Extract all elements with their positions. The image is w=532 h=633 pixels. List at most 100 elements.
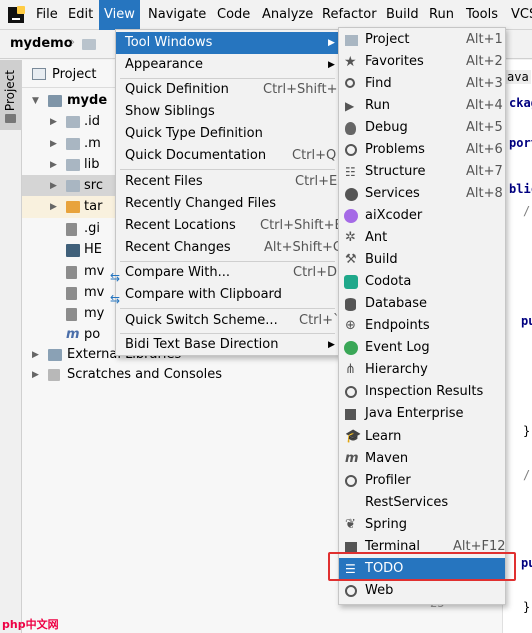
tool-window-hierarchy[interactable]: ⋔ Hierarchy [339,359,505,381]
menu-item-label: Maven [365,451,409,466]
menu-item-shortcut: Alt+4 [466,98,503,113]
tool-tab-label: Project [3,70,17,112]
editor-tab-label[interactable]: ava [505,70,531,84]
tool-window-problems[interactable]: Problems Alt+6 [339,139,505,161]
menu-item-shortcut: Alt+8 [466,186,503,201]
tree-item-label: Scratches and Consoles [67,367,223,382]
java-enterprise-icon [345,409,356,420]
tool-window-web[interactable]: Web [339,580,505,602]
menu-item-label: Java Enterprise [365,406,464,421]
tree-item-label: .m [84,136,101,151]
menu-item-label: Recently Changed Files [125,196,277,211]
menu-item-quick-definition[interactable]: Quick Definition Ctrl+Shift+I [116,79,341,101]
tool-window-restservices[interactable]: RestServices [339,492,505,514]
tool-window-run[interactable]: ▶ Run Alt+4 [339,95,505,117]
chevron-right-icon[interactable]: ▶ [50,111,57,133]
chevron-right-icon: ▶ [328,60,335,70]
menu-vcs[interactable]: VCS [506,0,532,30]
tool-window-database[interactable]: Database [339,293,505,315]
tool-window-codota[interactable]: Codota [339,271,505,293]
star-icon: ★ [344,54,357,70]
file-icon [66,287,77,300]
tree-item-label: my [84,306,105,321]
menu-analyze[interactable]: Analyze [257,0,318,30]
menu-item-recently-changed-files[interactable]: Recently Changed Files [116,193,339,215]
tool-window-maven[interactable]: m Maven [339,448,505,470]
tool-tab-project[interactable]: Project [0,60,21,130]
chevron-down-icon[interactable]: ▼ [32,90,39,112]
breadcrumb-project[interactable]: mydemo [10,36,73,51]
menu-item-quick-documentation[interactable]: Quick Documentation Ctrl+Q [116,145,339,167]
menu-item-label: Bidi Text Base Direction [125,337,279,352]
services-icon [345,188,358,201]
tool-window-endpoints[interactable]: ⊕ Endpoints [339,315,505,337]
menu-item-recent-changes[interactable]: Recent Changes Alt+Shift+C [116,237,342,259]
code-editor[interactable]: ava ckag port blic / pu } / pu } [502,60,532,633]
tool-window-java-enterprise[interactable]: Java Enterprise [339,403,505,425]
tool-window-learn[interactable]: 🎓 Learn [339,426,505,448]
menu-item-quick-type-definition[interactable]: Quick Type Definition [116,123,339,145]
menu-item-label: Inspection Results [365,384,484,399]
tool-window-structure[interactable]: ☷ Structure Alt+7 [339,161,505,183]
tool-window-build[interactable]: ⚒ Build [339,249,505,271]
tool-window-spring[interactable]: ❦ Spring [339,514,505,536]
menu-item-show-siblings[interactable]: Show Siblings [116,101,339,123]
tree-item-label: .gi [84,221,100,236]
menu-edit[interactable]: Edit [63,0,98,30]
chevron-right-icon[interactable]: ▶ [50,154,57,176]
menu-item-bidi-text-direction[interactable]: Bidi Text Base Direction ▶ [116,334,339,356]
tool-window-project[interactable]: Project Alt+1 [339,29,505,51]
folder-orange-icon [66,201,80,213]
tool-window-profiler[interactable]: Profiler [339,470,505,492]
tree-item-label: tar [84,199,103,214]
folder-icon[interactable] [82,39,96,50]
tool-window-ant[interactable]: ✲ Ant [339,227,505,249]
tool-window-services[interactable]: Services Alt+8 [339,183,505,205]
menu-item-label: Recent Locations [125,218,236,233]
menu-item-quick-switch-scheme[interactable]: Quick Switch Scheme... Ctrl+` [116,310,340,332]
chevron-right-icon[interactable]: ▶ [32,344,39,366]
menu-item-label: Run [365,98,390,113]
compare-icon: ⇆ [110,270,121,284]
menu-item-compare-with-clipboard[interactable]: ⇆ Compare with Clipboard [110,284,339,306]
chevron-right-icon[interactable]: ▶ [50,175,57,197]
menu-item-appearance[interactable]: Appearance ▶ [116,54,339,76]
menu-item-shortcut: Alt+2 [466,54,503,69]
menu-item-label: Quick Switch Scheme... [125,313,278,328]
menu-item-label: Profiler [365,473,411,488]
tree-item-label: po [84,327,101,342]
menu-refactor[interactable]: Refactor [317,0,382,30]
menu-item-recent-locations[interactable]: Recent Locations Ctrl+Shift+E [116,215,343,237]
project-panel-title[interactable]: Project [52,67,96,82]
profiler-icon [345,475,357,487]
tool-window-favorites[interactable]: ★ Favorites Alt+2 [339,51,505,73]
tool-window-debug[interactable]: Debug Alt+5 [339,117,505,139]
chevron-right-icon[interactable]: ▶ [50,133,57,155]
menu-run[interactable]: Run [424,0,459,30]
learn-icon: 🎓 [345,429,362,444]
chevron-right-icon[interactable]: ▶ [50,196,57,218]
tool-window-event-log[interactable]: Event Log [339,337,505,359]
menu-navigate[interactable]: Navigate [143,0,211,30]
menu-item-shortcut: Ctrl+Q [292,148,337,163]
breadcrumb-chevron-icon: › [70,35,76,50]
tool-window-inspection-results[interactable]: Inspection Results [339,381,505,403]
menu-item-tool-windows[interactable]: Tool Windows ▶ [116,32,339,54]
menu-item-recent-files[interactable]: Recent Files Ctrl+E [116,171,339,193]
tree-item-label: src [84,178,103,193]
tool-window-find[interactable]: Find Alt+3 [339,73,505,95]
tree-item-label: HE [84,242,102,257]
menu-tools[interactable]: Tools [461,0,503,30]
menu-file[interactable]: File [31,0,63,30]
compare-clipboard-icon: ⇆ [110,292,121,306]
menu-item-compare-with[interactable]: ⇆ Compare With... Ctrl+D [110,262,339,284]
view-menu: Tool Windows ▶ Appearance ▶ Quick Defini… [110,29,343,356]
menu-view[interactable]: View [99,0,140,30]
scratches-icon [48,369,60,381]
menu-build[interactable]: Build [381,0,424,30]
tool-window-aixcoder[interactable]: aiXcoder [339,205,505,227]
chevron-right-icon[interactable]: ▶ [32,364,39,386]
watermark-logo: php中文网 [2,618,59,631]
spring-icon: ❦ [345,517,356,532]
menu-code[interactable]: Code [212,0,255,30]
